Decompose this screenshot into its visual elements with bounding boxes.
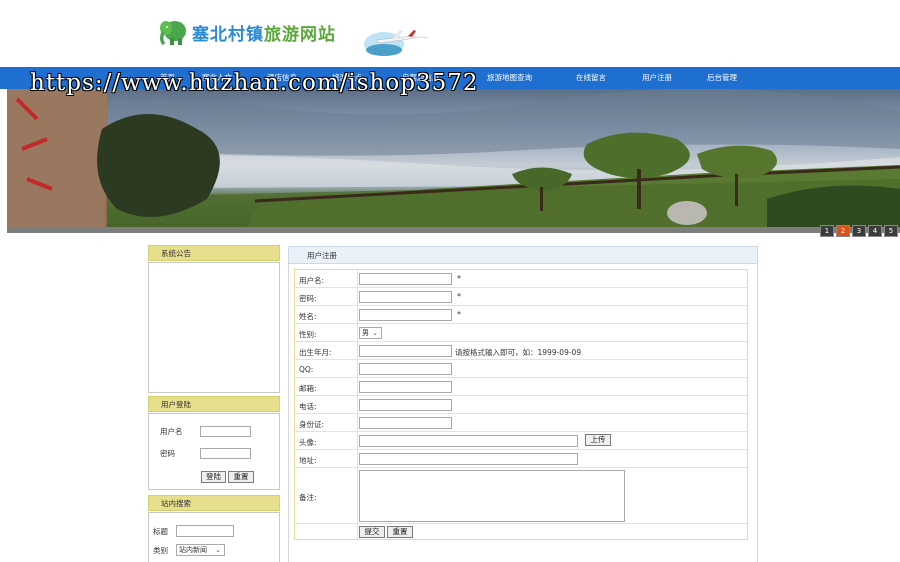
form-row-email: 邮箱:: [295, 378, 747, 396]
gender-label: 性别:: [299, 330, 317, 339]
watermark-text: https://www.huzhan.com/ishop3572: [30, 70, 479, 96]
form-row-name: 姓名: *: [295, 306, 747, 324]
login-reset-button[interactable]: 重置: [228, 471, 254, 483]
form-row-qq: QQ:: [295, 360, 747, 378]
search-header: 站内搜索: [148, 495, 280, 511]
address-input[interactable]: [359, 453, 578, 465]
chevron-down-icon: ⌄: [215, 546, 221, 554]
banner-page-1[interactable]: 1: [820, 225, 834, 237]
form-row-avatar: 头像: 上传: [295, 432, 747, 450]
search-category-select[interactable]: 站内新闻 ⌄: [176, 544, 225, 556]
form-row-remark: 备注:: [295, 468, 747, 524]
idcard-input[interactable]: [359, 417, 452, 429]
banner-page-5[interactable]: 5: [884, 225, 898, 237]
gender-value: 男: [362, 329, 369, 337]
password-required-mark: *: [457, 292, 461, 301]
register-form: 用户名: * 密码: * 姓名: * 性别: 男 ⌄ 出生年月: 请按格式输入即…: [294, 269, 748, 541]
banner-page-2[interactable]: 2: [836, 225, 850, 237]
username-label: 用户名:: [299, 276, 325, 285]
banner-page-4[interactable]: 4: [868, 225, 882, 237]
register-tab-title: 用户注册: [307, 251, 337, 260]
banner-strip: [7, 227, 900, 233]
phone-label: 电话:: [299, 402, 317, 411]
chevron-down-icon: ⌄: [372, 329, 378, 337]
address-label: 地址:: [299, 456, 317, 465]
airplane-illustration-icon: [364, 30, 429, 56]
username-input[interactable]: [359, 273, 452, 285]
form-row-username: 用户名: *: [295, 270, 747, 288]
upload-button[interactable]: 上传: [585, 434, 611, 446]
banner-page-3[interactable]: 3: [852, 225, 866, 237]
form-reset-button[interactable]: 重置: [387, 526, 413, 538]
birth-label: 出生年月:: [299, 348, 332, 357]
notice-box: [148, 262, 280, 393]
form-row-address: 地址:: [295, 450, 747, 468]
site-title-part2: 旅游网站: [264, 24, 336, 45]
username-required-mark: *: [457, 274, 461, 283]
nav-item-map-search[interactable]: 旅游地图查询: [487, 67, 532, 89]
nav-item-message[interactable]: 在线留言: [576, 67, 606, 89]
login-password-input[interactable]: [200, 448, 251, 459]
remark-label: 备注:: [299, 493, 317, 502]
name-required-mark: *: [457, 310, 461, 319]
login-password-label: 密码: [160, 449, 175, 458]
login-button[interactable]: 登陆: [201, 471, 226, 483]
birth-format-hint: 请按格式输入即可，如：1999-09-09: [455, 348, 582, 357]
banner-pager: 1 2 3 4 5: [820, 225, 898, 237]
elephant-logo-icon: [159, 21, 186, 46]
login-box: 用户名 密码 登陆 重置: [148, 413, 280, 490]
search-title-input[interactable]: [176, 525, 234, 537]
nav-item-admin[interactable]: 后台管理: [707, 67, 737, 89]
search-category-label: 类别: [153, 546, 168, 555]
site-logo[interactable]: 塞北村镇旅游网站: [158, 16, 336, 48]
login-header: 用户登陆: [148, 396, 280, 412]
search-title-label: 标题: [153, 527, 168, 536]
form-row-birth: 出生年月: 请按格式输入即可，如：1999-09-09: [295, 342, 747, 360]
site-header: 塞北村镇旅游网站: [0, 0, 900, 66]
site-title: 塞北村镇旅游网站: [192, 20, 336, 45]
submit-button[interactable]: 提交: [359, 526, 385, 538]
form-row-actions: 提交 重置: [295, 524, 747, 541]
email-label: 邮箱:: [299, 384, 317, 393]
idcard-label: 身份证:: [299, 420, 325, 429]
search-category-value: 站内新闻: [179, 546, 207, 554]
search-box: 标题 类别 站内新闻 ⌄: [148, 512, 280, 562]
register-tab: 用户注册: [288, 246, 758, 264]
form-row-idcard: 身份证:: [295, 414, 747, 432]
banner-image: [7, 89, 900, 227]
birth-input[interactable]: [359, 345, 452, 357]
email-input[interactable]: [359, 381, 452, 393]
form-row-phone: 电话:: [295, 396, 747, 414]
notice-header: 系统公告: [148, 245, 280, 261]
password-label: 密码:: [299, 294, 317, 303]
remark-textarea[interactable]: [359, 470, 625, 522]
qq-input[interactable]: [359, 363, 452, 375]
gender-select[interactable]: 男 ⌄: [359, 327, 382, 339]
form-row-gender: 性别: 男 ⌄: [295, 324, 747, 342]
avatar-path-input[interactable]: [359, 435, 578, 447]
login-username-input[interactable]: [200, 426, 251, 437]
name-input[interactable]: [359, 309, 452, 321]
name-label: 姓名:: [299, 312, 317, 321]
login-username-label: 用户名: [160, 427, 183, 436]
qq-label: QQ:: [299, 365, 314, 374]
nav-item-register[interactable]: 用户注册: [642, 67, 672, 89]
site-title-part1: 塞北村镇: [192, 24, 264, 45]
landscape-banner-icon: [7, 89, 900, 227]
password-input[interactable]: [359, 291, 452, 303]
avatar-label: 头像:: [299, 438, 317, 447]
form-row-password: 密码: *: [295, 288, 747, 306]
phone-input[interactable]: [359, 399, 452, 411]
